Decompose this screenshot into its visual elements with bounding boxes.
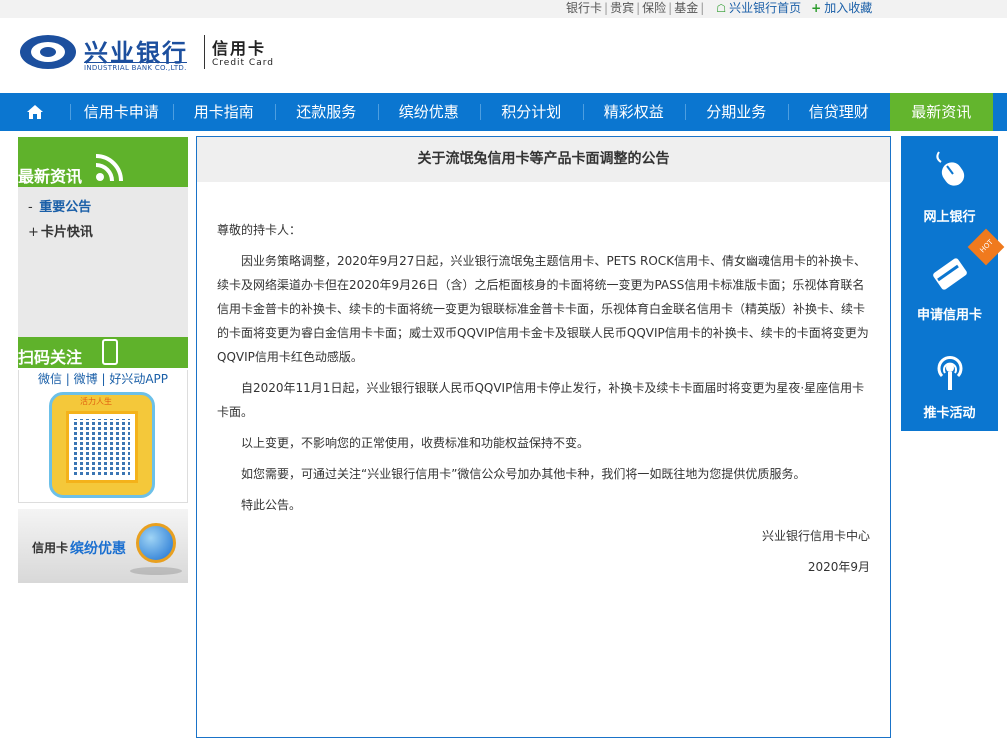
plus-icon: + bbox=[811, 1, 822, 15]
qr-section: 微信 | 微博 | 好兴动APP 活力人生 bbox=[18, 370, 188, 503]
article-date: 2020年9月 bbox=[807, 560, 870, 574]
left-sidebar: 最新资讯 - 重要公告 + 卡片快讯 扫码关注 微信 | 微博 | 好兴动APP … bbox=[18, 137, 188, 583]
nav-benefits[interactable]: 精彩权益 bbox=[582, 93, 686, 131]
separator: | bbox=[636, 1, 641, 15]
broadcast-icon bbox=[937, 356, 963, 390]
qr-section-title: 扫码关注 bbox=[18, 348, 83, 367]
qr-follow-links[interactable]: 微信 | 微博 | 好兴动APP bbox=[19, 370, 187, 388]
qr-section-header: 扫码关注 bbox=[18, 337, 188, 368]
globe-magnifier-icon bbox=[136, 523, 176, 563]
article-signature: 兴业银行信用卡中心 bbox=[761, 529, 870, 543]
top-link-home[interactable]: 兴业银行首页 bbox=[729, 1, 801, 15]
nav-apply-card[interactable]: 信用卡申请 bbox=[70, 93, 173, 131]
qr-badge: 活力人生 bbox=[80, 397, 112, 406]
article-paragraph: 因业务策略调整，2020年9月27日起，兴业银行流氓兔主题信用卡、PETS RO… bbox=[217, 254, 869, 364]
menu-marker: - bbox=[28, 200, 33, 215]
article-paragraph: 特此公告。 bbox=[241, 498, 302, 512]
article-paragraph: 如您需要，可通过关注“兴业银行信用卡”微信公众号加办其他卡种，我们将一如既往地为… bbox=[241, 467, 806, 481]
article-paragraph: 自2020年11月1日起，兴业银行银联人民币QQVIP信用卡停止发行，补换卡及续… bbox=[217, 381, 865, 419]
logo-divider bbox=[204, 35, 205, 69]
menu-marker: + bbox=[28, 225, 39, 240]
quick-link-label: 网上银行 bbox=[923, 210, 976, 225]
quick-link-label: 推卡活动 bbox=[923, 406, 976, 421]
menu-item-card-news[interactable]: + 卡片快讯 bbox=[18, 220, 188, 245]
home-icon: ☖ bbox=[716, 2, 727, 15]
quick-link-label: 申请信用卡 bbox=[916, 308, 982, 323]
news-menu: - 重要公告 + 卡片快讯 bbox=[18, 187, 188, 337]
qr-code-pattern bbox=[74, 419, 130, 475]
article-greeting: 尊敬的持卡人： bbox=[217, 223, 302, 237]
news-section-header: 最新资讯 bbox=[18, 137, 188, 187]
credit-card-title-cn: 信用卡 bbox=[212, 39, 267, 58]
menu-item-label: 重要公告 bbox=[39, 200, 92, 215]
main-nav: 信用卡申请 用卡指南 还款服务 缤纷优惠 积分计划 精彩权益 分期业务 信贷理财… bbox=[0, 93, 1007, 131]
nav-points[interactable]: 积分计划 bbox=[480, 93, 583, 131]
bank-name-en: INDUSTRIAL BANK CO.,LTD. bbox=[84, 62, 187, 72]
nav-installment[interactable]: 分期业务 bbox=[685, 93, 788, 131]
nav-home-button[interactable] bbox=[0, 93, 70, 131]
top-link-vip[interactable]: 贵宾 bbox=[610, 1, 634, 15]
mouse-icon bbox=[936, 151, 965, 186]
nav-offers[interactable]: 缤纷优惠 bbox=[377, 93, 481, 131]
separator: | bbox=[668, 1, 673, 15]
rss-icon bbox=[95, 154, 123, 182]
credit-card-title-en: Credit Card bbox=[212, 58, 274, 68]
top-link-bank-card[interactable]: 银行卡 bbox=[566, 1, 602, 15]
offers-promo-banner[interactable]: 信用卡 缤纷优惠 bbox=[18, 509, 188, 583]
news-section-title: 最新资讯 bbox=[18, 167, 83, 186]
menu-item-important-notice[interactable]: - 重要公告 bbox=[18, 195, 188, 220]
menu-item-label: 卡片快讯 bbox=[40, 225, 93, 240]
promo-shadow bbox=[130, 567, 182, 575]
article-paragraph: 以上变更，不影响您的正常使用，收费标准和功能权益保持不变。 bbox=[241, 436, 590, 450]
top-links: 银行卡 | 贵宾 | 保险 | 基金 | ☖ 兴业银行首页 + 加入收藏 bbox=[566, 0, 872, 18]
article-title: 关于流氓兔信用卡等产品卡面调整的公告 bbox=[197, 137, 890, 182]
qr-code bbox=[66, 411, 138, 483]
nav-finance[interactable]: 信贷理财 bbox=[787, 93, 891, 131]
separator: | bbox=[604, 1, 609, 15]
right-quick-bar: 网上银行 HOT 申请信用卡 推卡活动 bbox=[901, 136, 1005, 431]
phone-icon bbox=[102, 339, 118, 365]
promo-highlight: 缤纷优惠 bbox=[70, 541, 126, 557]
hot-badge-text: HOT bbox=[978, 238, 995, 255]
separator: | bbox=[700, 1, 705, 15]
article-body: 尊敬的持卡人： 因业务策略调整，2020年9月27日起，兴业银行流氓兔主题信用卡… bbox=[197, 182, 890, 579]
nav-repayment[interactable]: 还款服务 bbox=[275, 93, 378, 131]
top-bar: 银行卡 | 贵宾 | 保险 | 基金 | ☖ 兴业银行首页 + 加入收藏 bbox=[0, 0, 1007, 18]
top-link-insurance[interactable]: 保险 bbox=[642, 1, 666, 15]
nav-card-guide[interactable]: 用卡指南 bbox=[172, 93, 276, 131]
top-link-favorite[interactable]: 加入收藏 bbox=[824, 1, 872, 15]
nav-latest-news[interactable]: 最新资讯 bbox=[890, 93, 993, 131]
promo-prefix: 信用卡 bbox=[32, 541, 69, 555]
article-panel: 关于流氓兔信用卡等产品卡面调整的公告 尊敬的持卡人： 因业务策略调整，2020年… bbox=[196, 136, 891, 738]
top-link-fund[interactable]: 基金 bbox=[674, 1, 698, 15]
qr-code-frame: 活力人生 bbox=[49, 392, 155, 498]
credit-card-icon bbox=[933, 258, 967, 290]
bank-logo-mark-icon bbox=[20, 35, 76, 69]
bank-logo[interactable]: 兴业银行 INDUSTRIAL BANK CO.,LTD. 信用卡 Credit… bbox=[20, 33, 280, 73]
hot-badge: HOT bbox=[967, 228, 1005, 266]
home-icon bbox=[27, 105, 43, 119]
